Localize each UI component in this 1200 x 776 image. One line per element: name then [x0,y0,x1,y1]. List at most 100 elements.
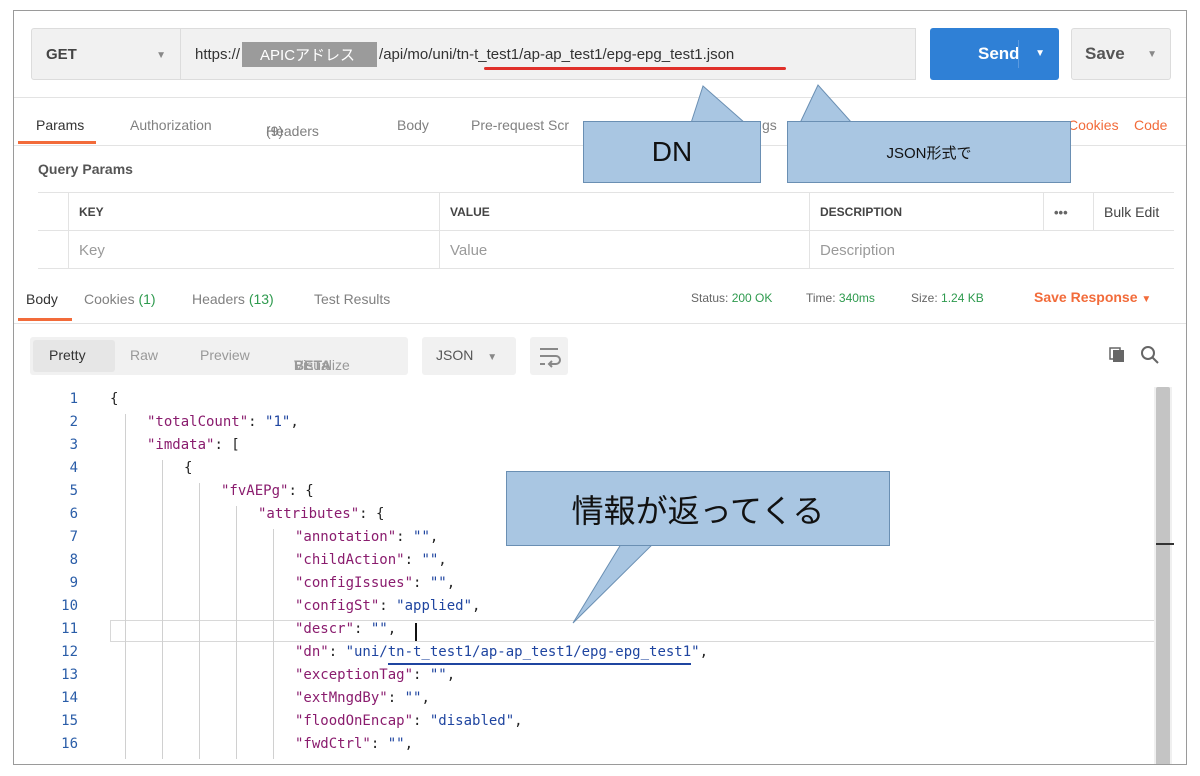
json-punctuation: { [184,460,193,476]
indent-guide [125,713,126,736]
indent-guide [125,552,126,575]
json-punctuation: : [248,414,266,430]
json-string: "" [413,529,430,545]
time-value: 340ms [838,291,875,305]
more-options-icon[interactable]: ••• [1043,193,1093,231]
code-text: "attributes": { [258,506,384,522]
method-label: GET [46,45,77,63]
chevron-down-icon[interactable]: ▼ [1147,49,1157,60]
tab-test-results[interactable]: Test Results [314,291,390,307]
text-cursor [415,623,418,641]
indent-guide [162,506,163,529]
code-text: "fvAEPg": { [221,483,314,499]
url-mask: APICアドレス [242,41,378,67]
description-input[interactable]: Description [809,231,1174,269]
search-icon[interactable] [1140,345,1160,365]
json-punctuation: , [446,667,456,683]
response-tabs: Body Cookies (1) Headers (13) Test Resul… [14,287,1186,323]
tab-response-body[interactable]: Body [26,291,58,307]
indent-guide [236,552,237,575]
status-label: Status: [691,291,729,305]
callout-info-returns: 情報が返ってくる [506,471,890,546]
indent-guide [273,736,274,759]
code-text: "childAction": "", [295,552,447,568]
chevron-down-icon: ▼ [1141,294,1152,305]
tab-response-headers[interactable]: Headers (13) [192,291,274,307]
indent-guide [125,736,126,759]
save-button[interactable]: Save ▼ [1071,28,1171,80]
indent-guide [162,644,163,667]
code-line: 13 "exceptionTag": "", [14,667,1154,690]
callout-dn: DN [583,121,761,183]
json-punctuation: : { [288,483,314,499]
json-string: "" [421,552,439,568]
json-key: "fvAEPg" [221,483,289,499]
tab-prerequest-script[interactable]: Pre-request Scr [471,117,569,133]
tab-body[interactable]: Body [397,117,429,133]
indent-guide [199,644,200,667]
status-value: 200 OK [731,291,773,305]
format-label: JSON [436,347,474,363]
indent-guide [162,552,163,575]
request-bar: GET ▼ https:// APICアドレス/api/mo/uni/tn-t_t… [31,28,1171,80]
indent-guide [236,667,237,690]
active-tab-indicator [18,318,72,321]
indent-guide [236,736,237,759]
cookies-link[interactable]: Cookies [1068,117,1119,133]
json-punctuation: , [514,713,523,729]
scrollbar-thumb[interactable] [1156,387,1170,764]
size-value: 1.24 KB [941,291,984,305]
indent-guide [125,506,126,529]
line-number: 10 [61,598,78,614]
json-punctuation: : [354,621,371,637]
view-pretty[interactable]: Pretty [33,340,115,372]
line-number: 7 [69,529,78,545]
url-input[interactable]: https:// APICアドレス/api/mo/uni/tn-t_test1/a… [181,28,916,80]
tab-authorization[interactable]: Authorization [130,117,212,133]
line-number: 11 [61,621,78,637]
key-input[interactable]: Key [68,231,439,269]
view-mode-group: Pretty Raw Preview Visualize BETA [30,337,408,375]
code-text: "exceptionTag": "", [295,667,455,683]
indent-guide [162,736,163,759]
bulk-edit-link[interactable]: Bulk Edit [1093,193,1174,231]
code-line: 3 "imdata": [ [14,437,1154,460]
format-select[interactable]: JSON ▼ [422,337,516,375]
code-text: "descr": "", [295,621,396,637]
view-preview[interactable]: Preview [200,347,250,363]
send-button[interactable]: Send ▼ [930,28,1059,80]
tab-response-cookies[interactable]: Cookies (1) [84,291,156,307]
code-text: "dn": "uni/tn-t_test1/ap-ap_test1/epg-ep… [295,644,708,660]
tab-params[interactable]: Params [36,117,84,133]
json-punctuation: , [699,644,709,660]
code-text: { [110,391,118,407]
indent-guide [125,644,126,667]
code-link[interactable]: Code [1134,117,1167,133]
callout-json-format: JSON形式で [787,121,1071,183]
indent-guide [199,575,200,598]
indent-guide [199,529,200,552]
beta-badge: BETA [294,357,332,373]
view-raw[interactable]: Raw [130,347,158,363]
chevron-down-icon[interactable]: ▼ [1035,48,1045,59]
json-punctuation: : [413,575,430,591]
json-punctuation: : [ [214,437,240,453]
line-number: 16 [61,736,78,752]
code-text: "floodOnEncap": "disabled", [295,713,523,729]
line-number: 2 [69,414,78,430]
json-string: "" [370,621,388,637]
indent-guide [273,552,274,575]
json-key: "dn" [295,644,329,660]
code-text: "totalCount": "1", [147,414,299,430]
json-punctuation: : [413,713,430,729]
indent-guide [125,483,126,506]
indent-guide [199,736,200,759]
wrap-lines-button[interactable] [530,337,568,375]
copy-icon[interactable] [1109,347,1125,363]
json-string: "1" [265,414,291,430]
code-text: "extMngdBy": "", [295,690,430,706]
indent-guide [125,690,126,713]
time-readout: Time: 340ms [806,291,875,305]
method-select[interactable]: GET ▼ [31,28,181,80]
save-response-button[interactable]: Save Response ▼ [1034,289,1151,305]
